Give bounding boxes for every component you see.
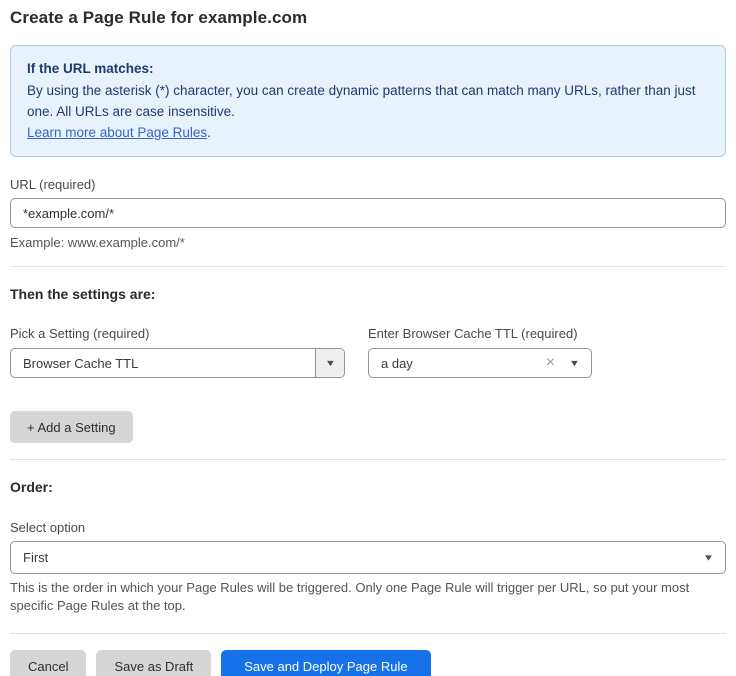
settings-labels-row: Pick a Setting (required) Enter Browser … (10, 326, 726, 341)
url-field-label: URL (required) (10, 177, 726, 192)
setting-select[interactable]: Browser Cache TTL ▼ (10, 348, 345, 378)
pick-setting-label: Pick a Setting (required) (10, 326, 368, 341)
order-select-label: Select option (10, 520, 726, 535)
url-example-text: Example: www.example.com/* (10, 235, 726, 250)
cancel-button[interactable]: Cancel (10, 650, 86, 676)
info-box-heading: If the URL matches: (27, 58, 709, 79)
divider (10, 633, 726, 634)
info-box-link-line: Learn more about Page Rules. (27, 122, 709, 143)
save-deploy-button[interactable]: Save and Deploy Page Rule (221, 650, 430, 676)
link-period: . (207, 125, 211, 140)
order-section-heading: Order: (10, 479, 726, 495)
order-select-value: First (23, 550, 48, 565)
info-box-body: By using the asterisk (*) character, you… (27, 80, 709, 122)
settings-controls-row: Browser Cache TTL ▼ a day × ▼ (10, 348, 726, 378)
divider (10, 459, 726, 460)
url-input[interactable] (10, 198, 726, 228)
chevron-down-icon: ▼ (324, 359, 335, 368)
chevron-down-icon: ▼ (569, 359, 580, 368)
setting-select-value: Browser Cache TTL (23, 356, 138, 371)
ttl-label: Enter Browser Cache TTL (required) (368, 326, 578, 341)
add-setting-button[interactable]: + Add a Setting (10, 411, 133, 443)
footer-button-row: Cancel Save as Draft Save and Deploy Pag… (10, 650, 726, 676)
chevron-down-icon: ▼ (703, 553, 714, 562)
save-draft-button[interactable]: Save as Draft (96, 650, 211, 676)
page-title: Create a Page Rule for example.com (10, 8, 726, 28)
learn-more-link[interactable]: Learn more about Page Rules (27, 125, 207, 140)
setting-select-arrow-segment[interactable]: ▼ (315, 349, 344, 377)
ttl-combobox-value: a day (381, 356, 546, 371)
settings-section-heading: Then the settings are: (10, 286, 726, 302)
create-page-rule-form: Create a Page Rule for example.com If th… (0, 0, 736, 676)
divider (10, 266, 726, 267)
url-matches-info-box: If the URL matches: By using the asteris… (10, 45, 726, 157)
order-help-text: This is the order in which your Page Rul… (10, 579, 726, 615)
ttl-combobox[interactable]: a day × ▼ (368, 348, 592, 378)
order-select[interactable]: First ▼ (10, 541, 726, 574)
clear-icon[interactable]: × (546, 355, 555, 371)
